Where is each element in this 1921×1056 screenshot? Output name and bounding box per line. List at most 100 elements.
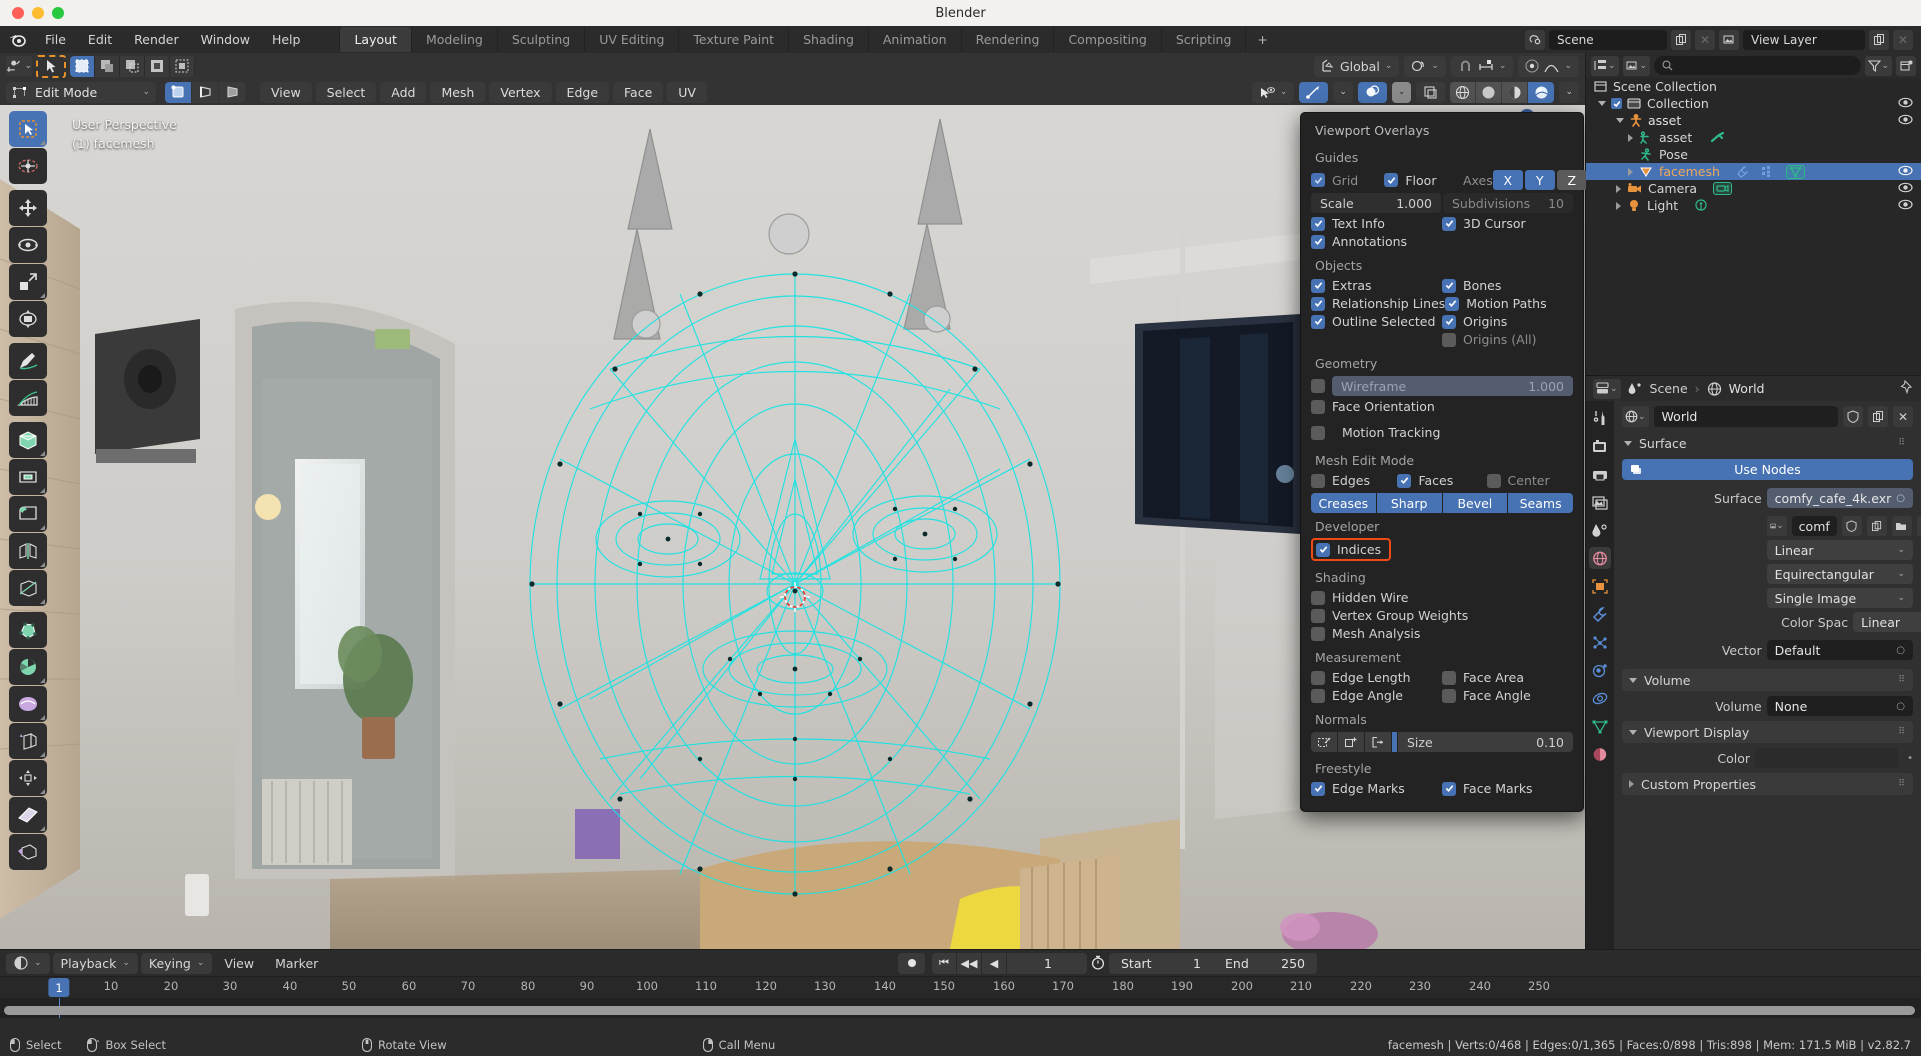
workspace-tab-compositing[interactable]: Compositing [1053, 27, 1160, 52]
axis-z-button[interactable]: Z [1557, 170, 1587, 190]
outliner-row-camera[interactable]: Camera [1586, 180, 1921, 197]
view-layer-browse-icon[interactable] [1719, 30, 1739, 50]
chevron-down-icon[interactable] [1629, 678, 1637, 683]
surface-value-field[interactable]: comfy_cafe_4k.exr ○ [1767, 488, 1913, 508]
tool-rip-edge[interactable] [9, 834, 47, 870]
hidden-wire-checkbox[interactable] [1311, 591, 1325, 605]
faces-checkbox[interactable] [1397, 474, 1411, 488]
hide-in-viewport-icon[interactable] [1898, 164, 1913, 179]
menu-render[interactable]: Render [123, 29, 190, 50]
workspace-tab-texture-paint[interactable]: Texture Paint [678, 27, 788, 52]
tool-transform[interactable] [9, 301, 47, 337]
tool-move[interactable] [9, 190, 47, 226]
select-mode-group[interactable] [70, 56, 195, 77]
outliner-search-input[interactable] [1654, 56, 1861, 75]
tab-material[interactable] [1589, 743, 1611, 765]
properties-editor[interactable]: ⌄ Scene › World [1586, 376, 1921, 949]
proportional-editing-controls[interactable]: ⌄ [1518, 56, 1579, 77]
world-name-field[interactable]: World [1654, 406, 1838, 427]
relationship-lines-checkbox[interactable] [1311, 297, 1325, 311]
hide-in-viewport-icon[interactable] [1898, 96, 1913, 111]
chevron-right-icon[interactable] [1629, 780, 1634, 788]
scene-name-field[interactable]: Scene [1549, 30, 1667, 50]
menu-uv[interactable]: UV [667, 82, 707, 103]
menu-file[interactable]: File [34, 29, 77, 50]
menu-select[interactable]: Select [316, 82, 377, 103]
collection-enable-checkbox[interactable] [1611, 98, 1622, 109]
tab-physics[interactable] [1589, 659, 1611, 681]
edge-length-checkbox[interactable] [1311, 671, 1325, 685]
3d-cursor-toggle[interactable]: 3D Cursor [1442, 216, 1573, 231]
hide-in-viewport-icon[interactable] [1898, 113, 1913, 128]
normals-size-field[interactable]: Size 0.10 [1398, 732, 1573, 752]
material-preview-shading-icon[interactable] [1502, 82, 1528, 103]
wireframe-slider[interactable]: Wireframe 1.000 [1332, 376, 1573, 396]
faces-toggle[interactable]: Faces [1397, 473, 1486, 488]
face-normals-icon[interactable] [1365, 732, 1391, 752]
tab-object[interactable] [1589, 575, 1611, 597]
axis-x-button[interactable]: X [1493, 170, 1523, 190]
timeline-ruler[interactable]: 10 20 30 40 50 60 70 80 90 100 110 120 1… [0, 976, 1921, 998]
menu-vertex[interactable]: Vertex [489, 82, 551, 103]
jump-to-prev-keyframe-button[interactable]: ◀◀ [957, 953, 981, 974]
camera-data-icon[interactable] [1713, 182, 1732, 195]
vertex-group-weights-toggle[interactable]: Vertex Group Weights [1311, 608, 1573, 623]
mesh-analysis-checkbox[interactable] [1311, 627, 1325, 641]
workspace-tab-sculpting[interactable]: Sculpting [497, 27, 584, 52]
split-normals-icon[interactable] [1338, 732, 1364, 752]
panel-drag-handle[interactable]: ⠿ [1898, 727, 1906, 737]
volume-panel-header[interactable]: Volume ⠿ [1622, 669, 1913, 691]
floor-checkbox[interactable] [1384, 173, 1398, 187]
jump-to-start-button[interactable]: ⏮ [932, 953, 956, 974]
wireframe-checkbox[interactable] [1311, 379, 1325, 393]
outliner-editor[interactable]: ⌄ ⌄ ⌄ Scene Collection [1586, 53, 1921, 375]
face-orientation-toggle[interactable]: Face Orientation [1311, 399, 1573, 414]
outliner-filter-view-icon[interactable]: ⌄ [1623, 56, 1651, 76]
outliner-row-asset-armature[interactable]: asset [1586, 112, 1921, 129]
axes-buttons[interactable]: X Y Z [1493, 170, 1587, 190]
outline-selected-toggle[interactable]: Outline Selected [1311, 314, 1442, 329]
outliner-row-collection[interactable]: Collection [1586, 95, 1921, 112]
face-orientation-checkbox[interactable] [1311, 400, 1325, 414]
chevron-down-icon[interactable] [1629, 730, 1637, 735]
new-world-icon[interactable] [1868, 406, 1888, 427]
new-view-layer-icon[interactable] [1869, 30, 1889, 50]
chevron-right-icon[interactable] [1616, 185, 1621, 193]
blender-logo-icon[interactable] [6, 30, 28, 50]
select-set-icon[interactable] [70, 56, 95, 77]
edge-angle-toggle[interactable]: Edge Angle [1311, 688, 1442, 703]
outliner-new-collection-icon[interactable] [1896, 56, 1916, 76]
bones-toggle[interactable]: Bones [1442, 278, 1573, 293]
tool-spin[interactable] [9, 649, 47, 685]
mesh-data-icon[interactable] [1786, 165, 1805, 179]
color-animate-dot[interactable]: • [1903, 753, 1913, 764]
edge-select-mode-icon[interactable] [192, 82, 218, 103]
outliner-row-facemesh[interactable]: facemesh [1586, 163, 1921, 180]
3d-cursor-checkbox[interactable] [1442, 217, 1456, 231]
auto-key-icon[interactable] [1091, 955, 1105, 973]
tool-rip-region[interactable] [9, 797, 47, 833]
volume-value-field[interactable]: None ○ [1767, 696, 1913, 716]
extras-toggle[interactable]: Extras [1311, 278, 1442, 293]
select-invert-icon[interactable] [145, 56, 170, 77]
origins-all-toggle[interactable]: Origins (All) [1442, 332, 1573, 347]
edge-marks-segment-row[interactable]: Creases Sharp Bevel Seams [1311, 493, 1573, 513]
shading-mode-group[interactable] [1450, 82, 1554, 103]
view-layer-name-field[interactable]: View Layer [1743, 30, 1865, 50]
outliner-row-asset-data[interactable]: asset [1586, 129, 1921, 146]
bones-checkbox[interactable] [1442, 279, 1456, 293]
chevron-right-icon[interactable] [1628, 168, 1633, 176]
hide-in-viewport-icon[interactable] [1898, 181, 1913, 196]
edge-length-toggle[interactable]: Edge Length [1311, 670, 1442, 685]
scene-browse-icon[interactable] [1525, 30, 1545, 50]
transform-orientation-dropdown[interactable]: Global ⌄ [1314, 56, 1399, 77]
grid-checkbox[interactable] [1311, 173, 1325, 187]
relationship-lines-toggle[interactable]: Relationship Lines [1311, 296, 1445, 311]
panel-drag-handle[interactable]: ⠿ [1898, 675, 1906, 685]
motion-tracking-toggle[interactable]: Motion Tracking [1311, 425, 1573, 440]
edge-marks-toggle[interactable]: Edge Marks [1311, 781, 1442, 796]
tool-shear[interactable] [9, 760, 47, 796]
unlink-image-icon[interactable]: ✕ [1917, 516, 1921, 536]
record-keyframes-button[interactable] [898, 953, 925, 974]
projection-dropdown[interactable]: Equirectangular ⌄ [1767, 564, 1913, 584]
